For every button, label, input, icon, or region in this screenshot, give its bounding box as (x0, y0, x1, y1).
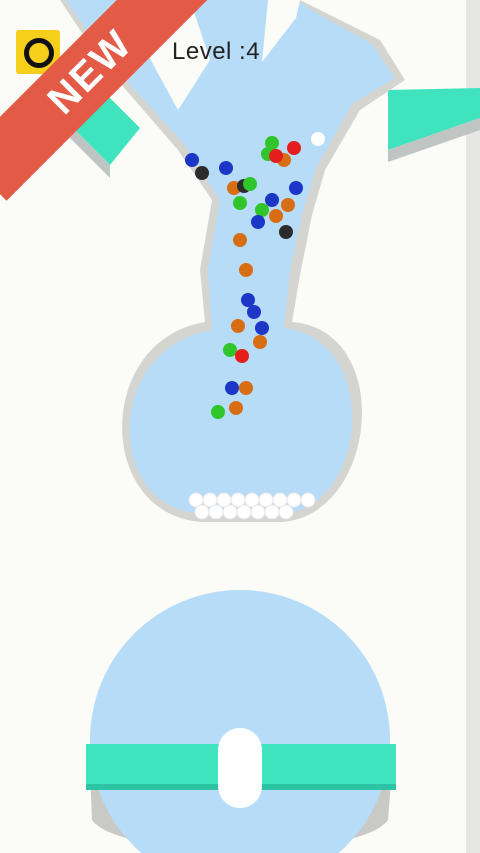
ball (269, 149, 283, 163)
ball (241, 293, 255, 307)
collected-ball (208, 504, 224, 520)
center-slot (218, 728, 262, 808)
ball (287, 141, 301, 155)
ball (253, 335, 267, 349)
ball (311, 132, 325, 146)
ball (281, 198, 295, 212)
ball (289, 181, 303, 195)
ball (239, 263, 253, 277)
ball (243, 177, 257, 191)
ball (239, 381, 253, 395)
ball (247, 305, 261, 319)
collected-ball (300, 492, 316, 508)
ball (229, 401, 243, 415)
ball (223, 343, 237, 357)
collected-ball (286, 492, 302, 508)
logo-ring-icon (24, 38, 54, 68)
banner-area: NEW (0, 0, 240, 240)
collected-ball (222, 504, 238, 520)
ball (265, 193, 279, 207)
collected-ball (194, 504, 210, 520)
collected-ball (278, 504, 294, 520)
ball (279, 225, 293, 239)
collected-ball (264, 504, 280, 520)
ball (255, 203, 269, 217)
ball (231, 319, 245, 333)
collected-ball (250, 504, 266, 520)
ball (269, 209, 283, 223)
ball (251, 215, 265, 229)
ball (255, 321, 269, 335)
ball (235, 349, 249, 363)
level-label: Level :4 (172, 38, 261, 65)
ball (225, 381, 239, 395)
collected-ball (236, 504, 252, 520)
ball (211, 405, 225, 419)
cup-top (90, 590, 390, 853)
